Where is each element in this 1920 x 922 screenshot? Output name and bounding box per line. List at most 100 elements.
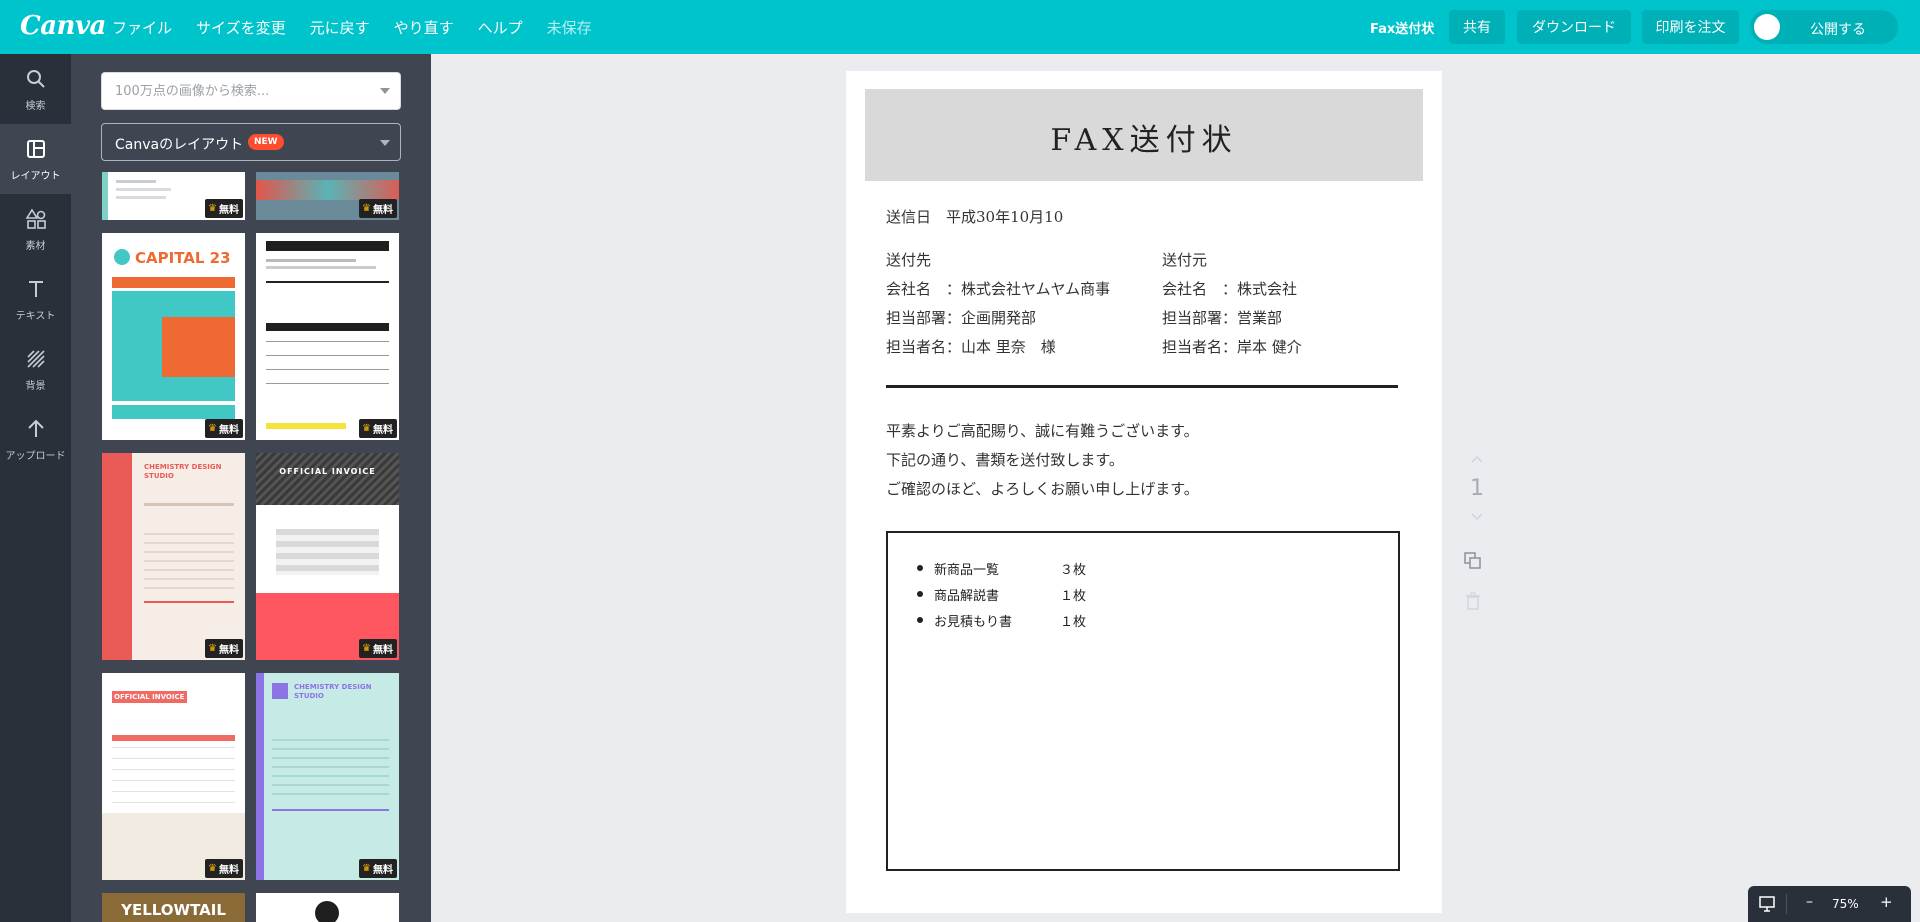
chevron-down-icon (380, 140, 390, 146)
zoom-in-button[interactable]: + (1880, 893, 1893, 911)
zoom-out-button[interactable]: – (1806, 894, 1813, 910)
layout-filter-label: Canvaのレイアウト (115, 137, 244, 153)
template-thumbnail[interactable]: ♛ 無料 (102, 172, 245, 220)
nav-background[interactable]: 背景 (0, 334, 71, 404)
free-label: 無料 (373, 205, 393, 216)
nav-upload[interactable]: アップロード (0, 404, 71, 474)
template-line (144, 503, 234, 506)
template-table (144, 533, 234, 593)
nav-search[interactable]: 検索 (0, 54, 71, 124)
menu-resize[interactable]: サイズを変更 (196, 17, 286, 38)
template-thumbnail-chemistry[interactable]: CHEMISTRY DESIGN STUDIO ♛ 無料 (102, 453, 245, 660)
chevron-down-icon[interactable] (380, 88, 390, 94)
nav-elements[interactable]: 素材 (0, 194, 71, 264)
layout-filter-select[interactable]: Canvaのレイアウト NEW (101, 123, 401, 161)
template-thumbnail[interactable]: ♛ 無料 (256, 172, 399, 220)
template-thumbnail-official-invoice[interactable]: OFFICIAL INVOICE ♛ 無料 (102, 673, 245, 880)
top-menu: ファイル サイズを変更 元に戻す やり直す ヘルプ 未保存 (112, 0, 616, 54)
template-sidebar (256, 673, 264, 880)
menu-help[interactable]: ヘルプ (478, 17, 523, 38)
template-rule (266, 341, 389, 342)
crown-icon: ♛ (208, 863, 217, 874)
item-name: お見積もり書 (934, 615, 1013, 630)
free-badge: ♛ 無料 (205, 419, 243, 438)
crown-icon: ♛ (208, 203, 217, 214)
template-rule (272, 809, 389, 811)
toggle-knob (1754, 14, 1780, 40)
list-item[interactable]: お見積もり書 １枚 (917, 611, 1086, 637)
recipient-person[interactable]: 担当者名：山本 里奈 様 (886, 336, 1056, 357)
zoom-level[interactable]: 75% (1832, 897, 1859, 911)
divider-line[interactable] (886, 385, 1398, 388)
zoom-divider (1786, 894, 1787, 914)
canvas-area: FAX送付状 送信日 平成30年10月10 送付先 送付元 会社名 ：株式会社ヤ… (431, 54, 1920, 922)
move-up-icon[interactable] (1470, 454, 1484, 464)
share-button[interactable]: 共有 (1449, 10, 1505, 44)
menu-redo[interactable]: やり直す (394, 17, 454, 38)
sender-person[interactable]: 担当者名：岸本 健介 (1162, 336, 1302, 357)
body-line[interactable]: ご確認のほど、よろしくお願い申し上げます。 (886, 478, 1199, 499)
nav-elements-label: 素材 (25, 241, 46, 252)
template-thumbnail[interactable] (256, 893, 399, 922)
list-item[interactable]: 商品解説書 １枚 (917, 585, 1086, 611)
fax-title[interactable]: FAX送付状 (865, 115, 1423, 159)
copy-page-icon[interactable] (1463, 551, 1483, 571)
document-list: 新商品一覧 ３枚 商品解説書 １枚 お見積もり書 １枚 (917, 559, 1086, 637)
item-qty: １枚 (1060, 589, 1087, 604)
fax-header-block[interactable]: FAX送付状 (865, 89, 1423, 181)
body-line[interactable]: 下記の通り、書類を送付致します。 (886, 449, 1124, 470)
crown-icon: ♛ (362, 203, 371, 214)
layout-icon (27, 140, 45, 158)
image-search-input[interactable] (102, 73, 352, 109)
template-thumbnail-official-invoice[interactable]: OFFICIAL INVOICE ♛ 無料 (256, 453, 399, 660)
recipient-department[interactable]: 担当部署：企画開発部 (886, 307, 1036, 328)
document-title[interactable]: Fax送付状 (1370, 18, 1434, 37)
background-icon (27, 350, 45, 368)
menu-undo[interactable]: 元に戻す (310, 17, 370, 38)
print-order-button[interactable]: 印刷を注文 (1642, 10, 1739, 44)
download-button[interactable]: ダウンロード (1517, 10, 1631, 44)
item-qty: １枚 (1060, 615, 1087, 630)
nav-text[interactable]: テキスト (0, 264, 71, 334)
template-line (266, 266, 376, 269)
template-rule (266, 355, 389, 356)
template-line (266, 259, 356, 262)
trash-icon[interactable] (1465, 592, 1481, 610)
nav-upload-label: アップロード (5, 451, 66, 462)
template-photo (256, 180, 399, 200)
crown-icon: ♛ (208, 643, 217, 654)
design-page[interactable]: FAX送付状 送信日 平成30年10月10 送付先 送付元 会社名 ：株式会社ヤ… (846, 71, 1442, 913)
document-list-box[interactable]: 新商品一覧 ３枚 商品解説書 １枚 お見積もり書 １枚 (886, 531, 1400, 871)
recipient-heading[interactable]: 送付先 (886, 249, 931, 270)
crown-icon: ♛ (362, 423, 371, 434)
menu-file[interactable]: ファイル (112, 17, 172, 38)
template-line (116, 180, 156, 183)
template-thumbnail-capital23[interactable]: CAPITAL 23 ♛ 無料 (102, 233, 245, 440)
present-icon[interactable] (1758, 895, 1776, 913)
template-rule (266, 383, 389, 384)
move-down-icon[interactable] (1470, 512, 1484, 522)
free-badge: ♛ 無料 (359, 199, 397, 218)
recipient-company[interactable]: 会社名 ：株式会社ヤムヤム商事 (886, 278, 1110, 299)
template-thumbnail[interactable]: ♛ 無料 (256, 233, 399, 440)
send-date[interactable]: 送信日 平成30年10月10 (886, 206, 1063, 227)
template-table (276, 529, 379, 575)
template-band (112, 277, 235, 288)
sender-heading[interactable]: 送付元 (1162, 249, 1207, 270)
canva-logo[interactable]: Canva (20, 11, 106, 41)
image-search-box[interactable] (101, 72, 401, 110)
sender-department[interactable]: 担当部署：営業部 (1162, 307, 1282, 328)
sender-company[interactable]: 会社名 ：株式会社 (1162, 278, 1297, 299)
item-name: 商品解説書 (934, 589, 1000, 604)
template-thumbnail-chemistry-teal[interactable]: CHEMISTRY DESIGN STUDIO ♛ 無料 (256, 673, 399, 880)
upload-icon (28, 419, 44, 437)
list-item[interactable]: 新商品一覧 ３枚 (917, 559, 1086, 585)
body-line[interactable]: 平素よりご高配賜り、誠に有難うございます。 (886, 420, 1199, 441)
nav-layout[interactable]: レイアウト (0, 124, 71, 194)
template-accent (102, 172, 108, 220)
template-thumbnail-yellowtail[interactable]: YELLOWTAIL (102, 893, 245, 922)
template-title: CHEMISTRY DESIGN STUDIO (144, 463, 222, 480)
template-table (112, 747, 235, 807)
publish-toggle[interactable]: 公開する (1750, 10, 1898, 44)
template-rule (144, 601, 234, 603)
